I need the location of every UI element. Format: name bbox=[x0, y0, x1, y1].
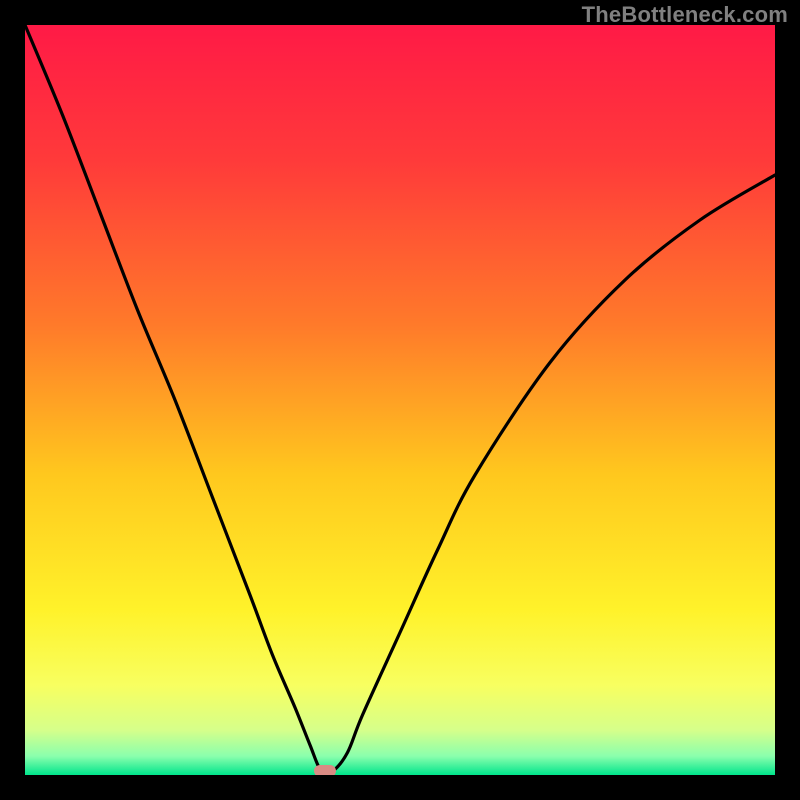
chart-frame: TheBottleneck.com bbox=[0, 0, 800, 800]
optimal-marker bbox=[314, 765, 336, 775]
plot-area bbox=[25, 25, 775, 775]
curve-layer bbox=[25, 25, 775, 775]
bottleneck-curve bbox=[25, 25, 775, 774]
